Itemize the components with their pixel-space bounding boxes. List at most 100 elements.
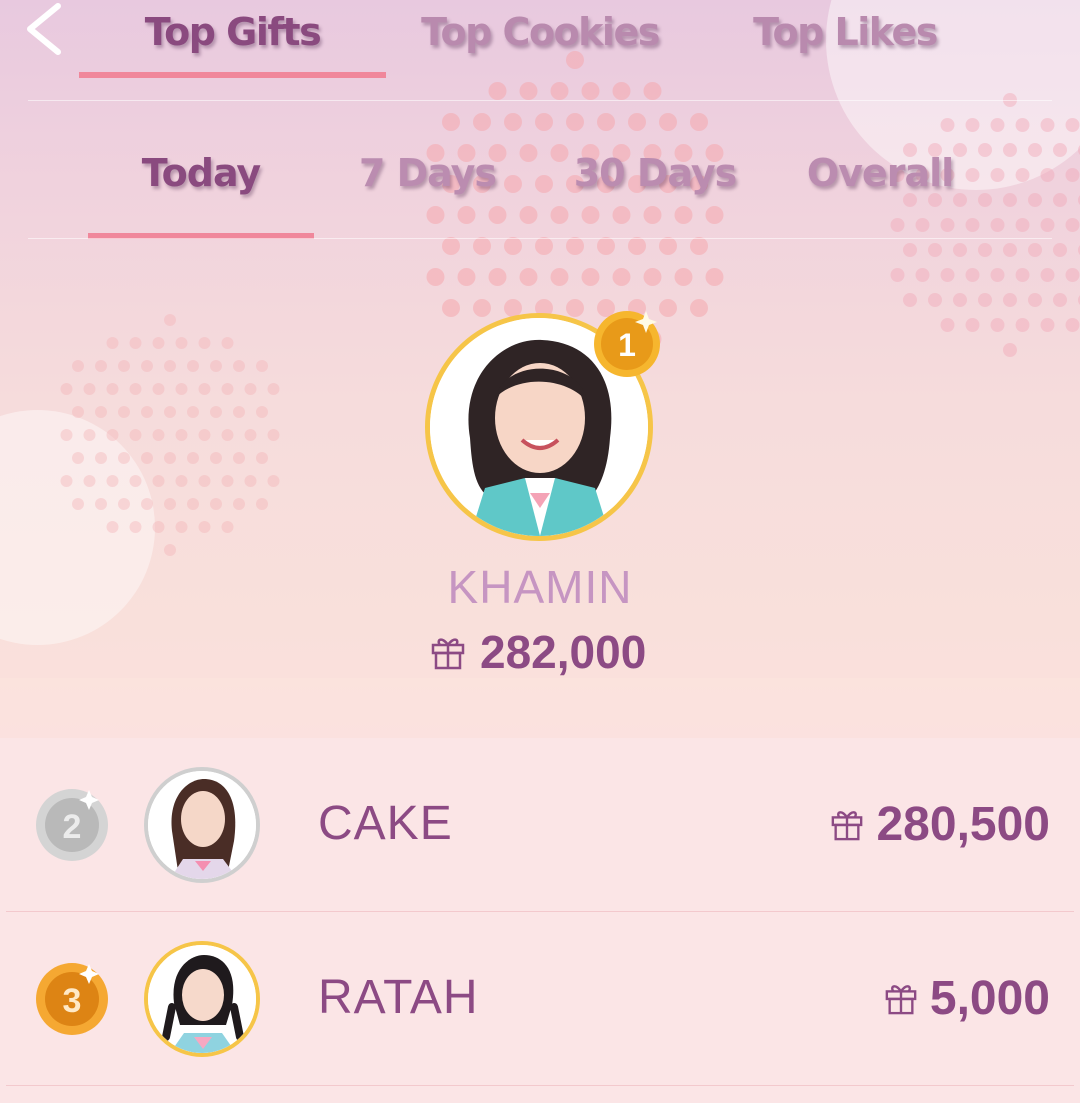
decor-dot (953, 243, 967, 257)
decor-dot (106, 383, 119, 395)
decor-dot (1028, 143, 1042, 157)
avatar[interactable] (144, 941, 260, 1057)
tab-top-cookies[interactable]: Top Cookies (400, 4, 680, 64)
gold-medal-icon: 1 (594, 311, 660, 377)
decor-dot (152, 337, 165, 349)
decor-dot (457, 268, 476, 286)
decor-dot (890, 268, 905, 282)
decor-dot (256, 406, 268, 418)
decor-dot (198, 429, 211, 441)
avatar-portrait (148, 771, 256, 879)
decor-dot (978, 243, 992, 257)
decor-dot (504, 113, 522, 131)
decor-dot (473, 237, 491, 255)
decor-dot (221, 429, 234, 441)
decor-dot (221, 521, 234, 533)
decor-dot (581, 206, 600, 224)
decor-dot (1065, 318, 1080, 332)
decor-dot (488, 206, 507, 224)
decor-dot (152, 429, 165, 441)
decor-dot (72, 360, 84, 372)
gift-icon (832, 811, 863, 841)
tab-overall[interactable]: Overall (790, 148, 970, 204)
decor-dot (118, 498, 130, 510)
decor-dot (118, 406, 130, 418)
decor-dot (978, 143, 992, 157)
decor-dot (164, 406, 176, 418)
decor-dot (550, 206, 569, 224)
decor-dot (83, 429, 96, 441)
decor-dot (175, 521, 188, 533)
decor-dot (267, 429, 280, 441)
decor-dot (187, 406, 199, 418)
divider (28, 238, 1052, 239)
decor-dot (990, 168, 1005, 182)
decor-dot (690, 113, 708, 131)
decor-dot (643, 82, 662, 100)
tab-active-indicator (79, 72, 386, 78)
decor-dot (965, 268, 980, 282)
gift-icon (431, 638, 465, 670)
winner-score-value: 282,000 (480, 626, 647, 678)
decor-dot (581, 82, 600, 100)
decor-dot (198, 521, 211, 533)
decor-dot (164, 314, 176, 326)
decor-dot (106, 429, 119, 441)
decor-dot (221, 475, 234, 487)
decor-dot (210, 498, 222, 510)
decor-dot (990, 268, 1005, 282)
decor-dot (256, 498, 268, 510)
decor-dot (129, 475, 142, 487)
decor-dot (221, 383, 234, 395)
decor-dot (1028, 243, 1042, 257)
tab-top-likes[interactable]: Top Likes (720, 4, 970, 64)
decor-dot (426, 268, 445, 286)
decor-dot (612, 206, 631, 224)
decor-dot (95, 406, 107, 418)
decor-dot (488, 268, 507, 286)
decor-dot (106, 475, 119, 487)
tab-today[interactable]: Today (88, 148, 314, 204)
member-score-value: 280,500 (876, 797, 1050, 851)
decor-dot (488, 82, 507, 100)
tab-30-days[interactable]: 30 Days (550, 148, 760, 204)
decor-dot (141, 360, 153, 372)
decor-dot (198, 383, 211, 395)
decor-dot (152, 383, 165, 395)
decor-dot (915, 268, 930, 282)
decor-dot (233, 406, 245, 418)
decor-dot (928, 293, 942, 307)
decor-dot (1065, 268, 1080, 282)
decor-dot (210, 406, 222, 418)
decor-dot (152, 475, 165, 487)
decor-dot (990, 118, 1005, 132)
decor-dot (72, 406, 84, 418)
decor-dot (690, 299, 708, 317)
decor-dot (141, 452, 153, 464)
decor-dot (597, 237, 615, 255)
decor-dot (83, 475, 96, 487)
ranking-row[interactable]: 2 CAKE 280,500 (0, 738, 1080, 910)
decor-dot (674, 268, 693, 286)
avatar[interactable] (144, 767, 260, 883)
tab-7-days[interactable]: 7 Days (330, 148, 525, 204)
ranking-row[interactable]: 3 RATAH 5,000 (0, 912, 1080, 1084)
decor-dot (198, 337, 211, 349)
divider (28, 100, 1052, 101)
member-name: CAKE (318, 797, 453, 850)
decor-dot (141, 406, 153, 418)
decor-dot (164, 498, 176, 510)
decor-dot (953, 293, 967, 307)
decor-dot (940, 118, 955, 132)
decor-dot (152, 521, 165, 533)
tab-top-gifts[interactable]: Top Gifts (79, 4, 386, 64)
back-button[interactable] (14, 0, 74, 70)
member-name: RATAH (318, 971, 479, 1024)
divider (6, 1085, 1074, 1086)
bronze-medal-icon: 3 (36, 963, 108, 1035)
decor-dot (106, 337, 119, 349)
decor-dot (267, 475, 280, 487)
decor-dot (1028, 293, 1042, 307)
decor-dot (643, 268, 662, 286)
decor-dot (129, 429, 142, 441)
